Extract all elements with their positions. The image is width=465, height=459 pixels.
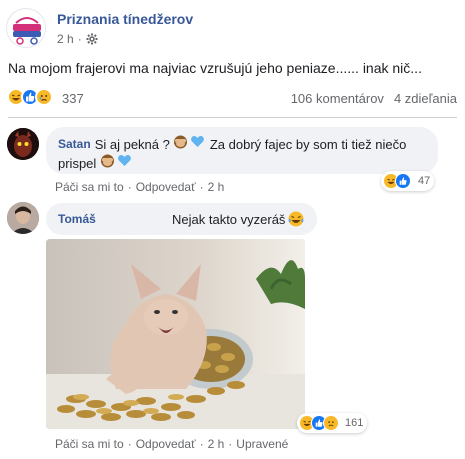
- post-header: Priznania tínedžerov 2 h ·: [0, 0, 465, 56]
- reply-button[interactable]: Odpovedať: [136, 180, 196, 194]
- divider: [8, 117, 457, 118]
- page-avatar[interactable]: [6, 8, 46, 48]
- comment-line-2: prispel: [58, 153, 132, 173]
- cat-with-coins-image: [46, 239, 305, 429]
- post-reaction-icons[interactable]: [7, 88, 53, 106]
- blue-heart-icon: [190, 134, 205, 154]
- post-time[interactable]: 2 h: [57, 32, 74, 46]
- comment-time[interactable]: 2 h: [208, 437, 225, 451]
- separator-dot: ·: [228, 437, 233, 451]
- comment-text: Nejak takto vyzeráš: [172, 212, 286, 227]
- comment-text: Si aj pekná ?: [94, 136, 170, 152]
- laugh-emoji-icon: [288, 211, 304, 232]
- comment-time[interactable]: 2 h: [208, 180, 225, 194]
- edited-label[interactable]: Upravené: [236, 437, 288, 451]
- like-comment-button[interactable]: Páči sa mi to: [55, 437, 124, 451]
- blue-heart-icon: [117, 153, 132, 173]
- see-no-evil-monkey-icon: [100, 153, 115, 173]
- comment-gif-image[interactable]: [46, 239, 305, 429]
- comment-text: Za dobrý fajec by som ti tiež niečo: [209, 136, 407, 152]
- separator-dot: ·: [199, 437, 204, 451]
- separator-dot: ·: [127, 180, 132, 194]
- comment-bubble: Satan Si aj pekná ? Za dobrý fajec by so…: [46, 127, 438, 174]
- comment-line-1: Satan Si aj pekná ? Za dobrý fajec by so…: [58, 134, 406, 154]
- commenter-avatar[interactable]: [7, 128, 39, 160]
- sad-icon: [323, 415, 339, 431]
- comment-reactions[interactable]: 161: [297, 413, 368, 433]
- shares-count[interactable]: 4 zdieľania: [394, 91, 457, 106]
- comment-actions: Páči sa mi to · Odpovedať · 2 h: [55, 180, 224, 194]
- page-logo-icon: [8, 10, 45, 47]
- reply-button[interactable]: Odpovedať: [136, 437, 196, 451]
- separator-dot: ·: [127, 437, 132, 451]
- comment-text: prispel: [58, 155, 97, 171]
- like-icon: [395, 173, 411, 189]
- comment-reactions[interactable]: 47: [381, 171, 435, 191]
- comment-reaction-count: 47: [418, 175, 431, 187]
- post-stats: 106 komentárov 4 zdieľania: [291, 91, 457, 106]
- post-text: Na mojom frajerovi ma najviac vzrušujú j…: [8, 60, 422, 76]
- like-comment-button[interactable]: Páči sa mi to: [55, 180, 124, 194]
- comment-author[interactable]: Satan: [58, 137, 91, 151]
- page-name[interactable]: Priznania tínedžerov: [57, 11, 193, 27]
- comments-count[interactable]: 106 komentárov: [291, 91, 384, 106]
- post-meta: 2 h ·: [57, 32, 98, 46]
- see-no-evil-monkey-icon: [173, 134, 188, 154]
- comment-reaction-count: 161: [345, 417, 364, 429]
- separator-dot: ·: [77, 32, 82, 46]
- public-gear-icon[interactable]: [86, 33, 98, 45]
- sad-icon: [35, 88, 53, 106]
- post-reaction-count[interactable]: 337: [62, 91, 84, 106]
- comment-author[interactable]: Tomáš: [58, 212, 96, 226]
- commenter-avatar[interactable]: [7, 202, 39, 234]
- comment-actions: Páči sa mi to · Odpovedať · 2 h · Uprave…: [55, 437, 288, 451]
- separator-dot: ·: [199, 180, 204, 194]
- comment-bubble: Tomáš Nejak takto vyzeráš: [46, 203, 317, 235]
- post-reactions-bar: 337 106 komentárov 4 zdieľania: [0, 86, 465, 110]
